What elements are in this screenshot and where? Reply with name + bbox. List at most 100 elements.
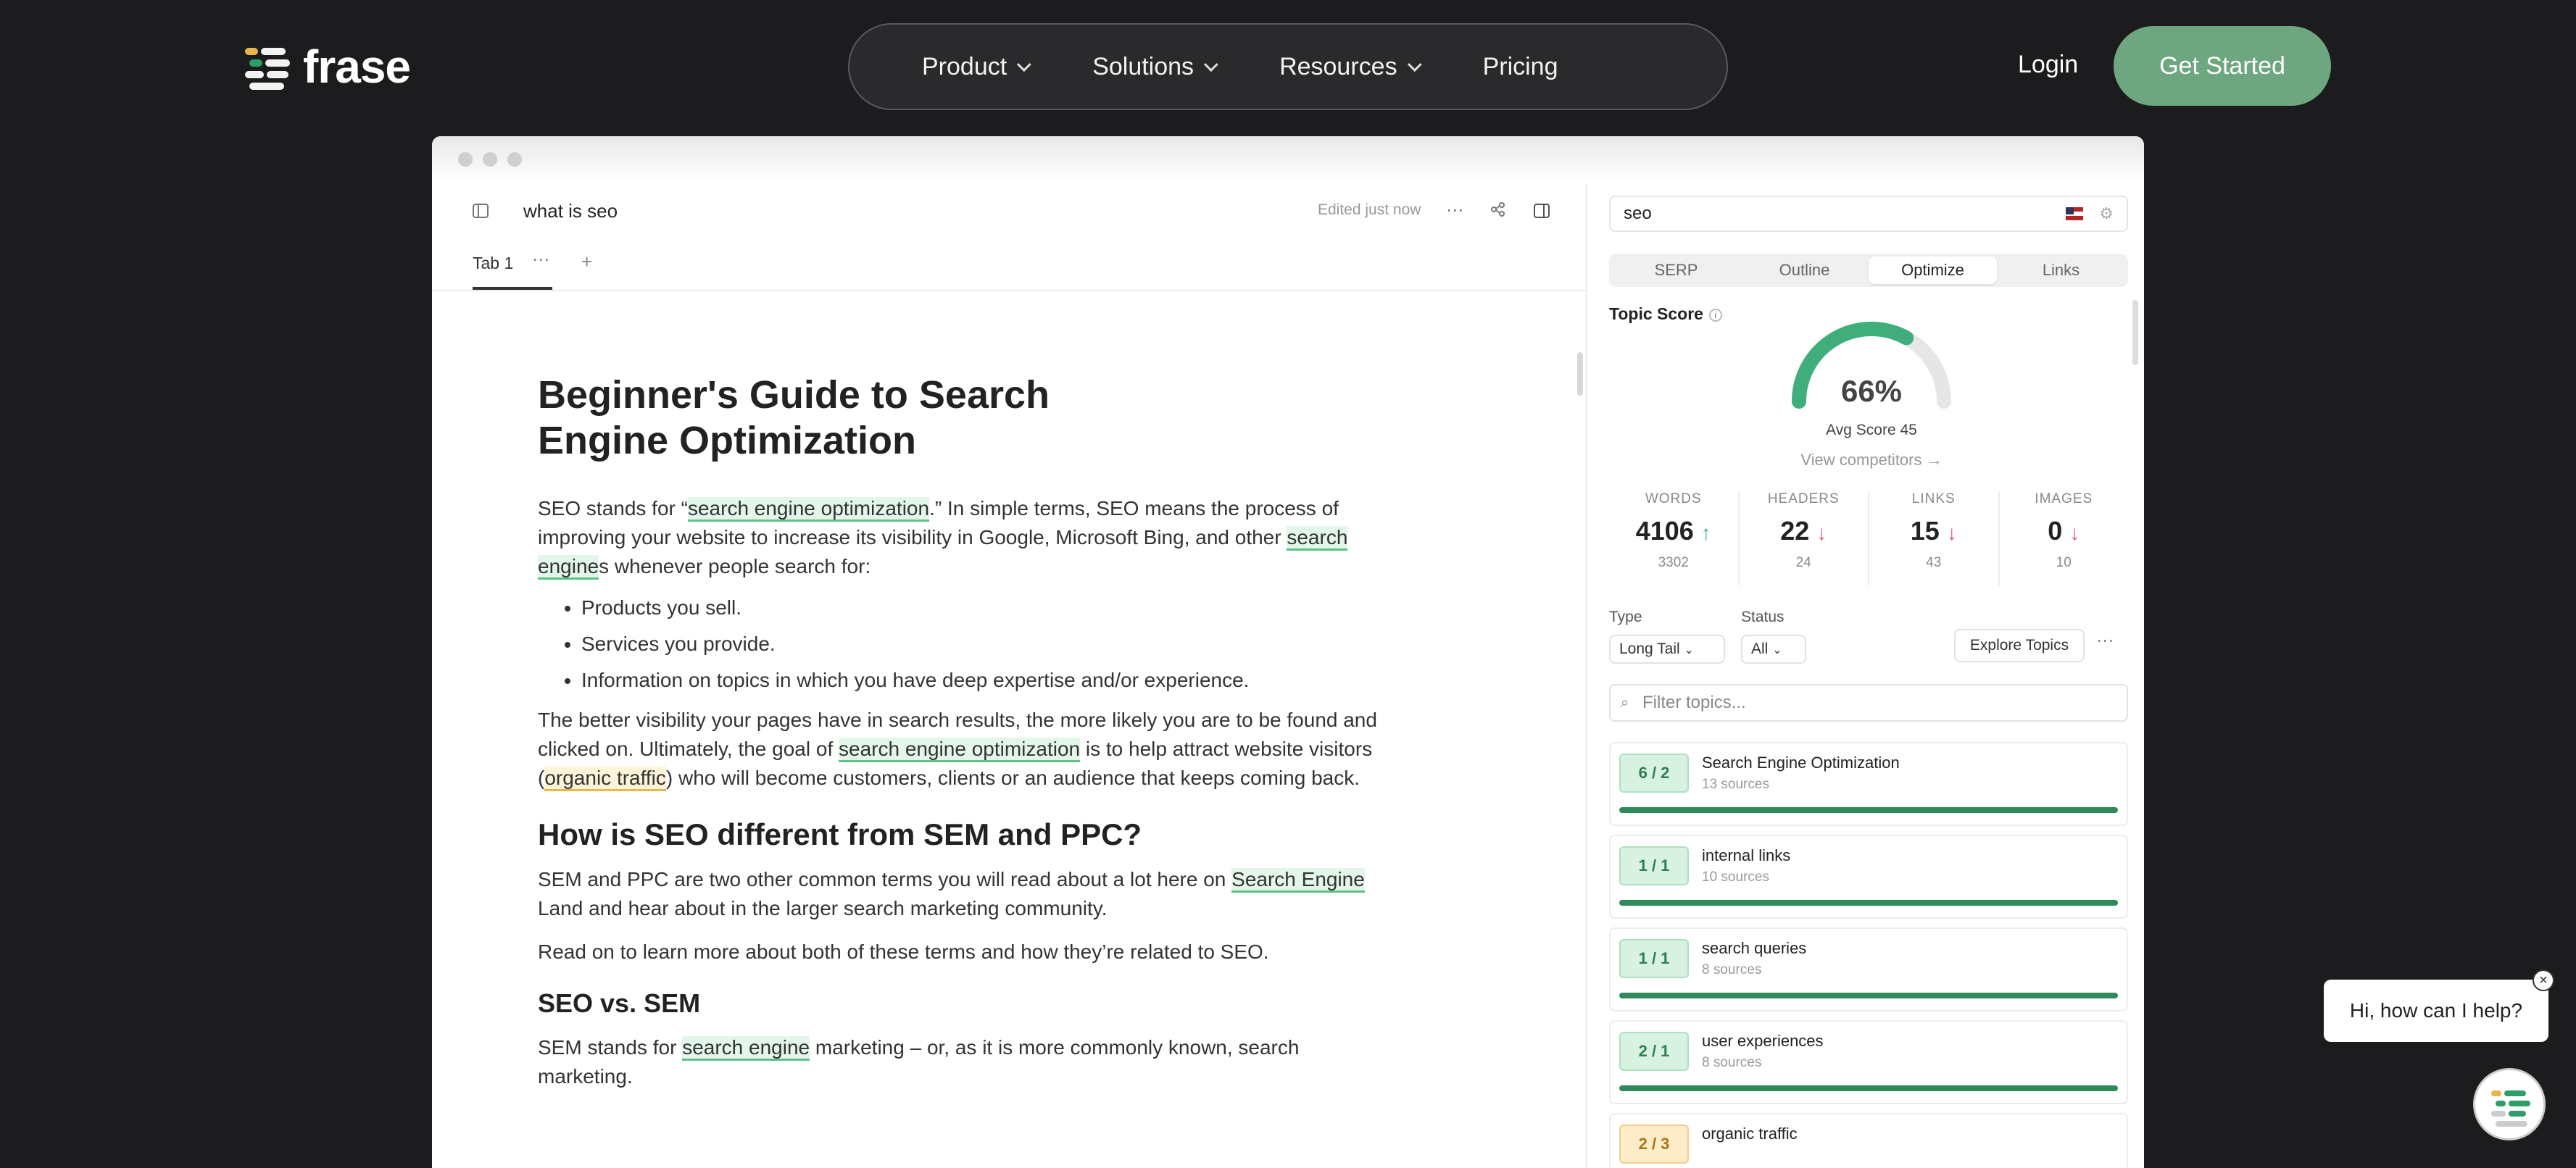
- window-titlebar: [432, 136, 2144, 184]
- filter-topics-input[interactable]: ⌕ Filter topics...: [1609, 684, 2128, 722]
- highlighted-topic[interactable]: search engine: [682, 1036, 810, 1061]
- doc-tabs: Tab 1 ⋯ +: [432, 238, 1586, 291]
- topic-count-badge: 6 / 2: [1619, 754, 1689, 793]
- more-icon[interactable]: ⋯: [2096, 630, 2114, 651]
- search-icon: ⌕: [1621, 695, 1629, 711]
- frase-logo[interactable]: frase: [244, 41, 411, 93]
- stat-value: 4106 ↑: [1635, 516, 1711, 546]
- active-tab-indicator: [473, 287, 552, 290]
- topic-count-badge: 2 / 1: [1619, 1032, 1689, 1071]
- topic-sources: 10 sources: [1702, 869, 1769, 885]
- topic-name: Search Engine Optimization: [1702, 754, 1900, 772]
- document-content[interactable]: Beginner's Guide to Search Engine Optimi…: [538, 372, 1379, 1091]
- status-value: All: [1751, 641, 1769, 657]
- view-competitors-link[interactable]: View competitors →: [1763, 451, 1980, 470]
- window-dot-icon: [507, 152, 522, 167]
- frase-logo-icon: [244, 41, 296, 93]
- nav-resources[interactable]: Resources: [1279, 53, 1422, 81]
- topic-item[interactable]: 1 / 1 internal links 10 sources: [1609, 835, 2128, 919]
- editor-scrollbar[interactable]: [1577, 352, 1583, 396]
- window-dot-icon: [483, 152, 497, 167]
- get-started-button[interactable]: Get Started: [2114, 26, 2331, 106]
- paragraph: SEO stands for “search engine optimizati…: [538, 494, 1379, 581]
- nav-solutions-label: Solutions: [1092, 52, 1194, 80]
- arrow-down-icon: ↓: [2069, 522, 2080, 544]
- highlighted-topic-warning[interactable]: organic traffic: [544, 767, 666, 791]
- type-select[interactable]: Long Tail ⌄: [1609, 635, 1725, 664]
- nav-pricing[interactable]: Pricing: [1483, 53, 1558, 81]
- topic-item[interactable]: 2 / 1 user experiences 8 sources: [1609, 1020, 2128, 1104]
- topic-progress: [1619, 993, 2118, 998]
- panel-scrollbar[interactable]: [2132, 300, 2138, 365]
- document-title: Beginner's Guide to Search Engine Optimi…: [538, 373, 1050, 462]
- topic-item[interactable]: 2 / 3 organic traffic: [1609, 1113, 2128, 1168]
- close-icon[interactable]: ×: [2533, 969, 2554, 991]
- optimize-panel: seo ⚙ SERP Outline Optimize Links Topic …: [1589, 184, 2144, 1168]
- section-heading: How is SEO different from SEM and PPC?: [538, 817, 1142, 851]
- highlighted-topic[interactable]: Search Engine: [1231, 868, 1365, 893]
- login-link[interactable]: Login: [2018, 51, 2078, 79]
- panel-toggle-icon[interactable]: [1532, 201, 1551, 220]
- stat-target: 3302: [1658, 555, 1689, 570]
- topic-score-text: Topic Score: [1609, 304, 1703, 323]
- topic-item[interactable]: 6 / 2 Search Engine Optimization 13 sour…: [1609, 742, 2128, 826]
- stat-value: 0 ↓: [2048, 516, 2080, 546]
- status-label: Status: [1741, 609, 1784, 625]
- tab-more-icon[interactable]: ⋯: [532, 249, 549, 270]
- stat-links: LINKS 15 ↓ 43: [1869, 491, 2000, 585]
- info-icon[interactable]: i: [1708, 308, 1722, 322]
- highlighted-topic[interactable]: search engine optimization: [839, 738, 1081, 762]
- topic-score-label: Topic Score i: [1609, 304, 1722, 324]
- stat-target: 43: [1926, 555, 1942, 570]
- tab-outline[interactable]: Outline: [1740, 256, 1869, 284]
- bullet-list: Products you sell. Services you provide.…: [581, 590, 1379, 698]
- nav-pricing-label: Pricing: [1482, 52, 1558, 80]
- arrow-down-icon: ↓: [1816, 522, 1827, 544]
- topic-name: search queries: [1702, 939, 1807, 957]
- more-icon[interactable]: ⋯: [1445, 201, 1464, 220]
- nav-product[interactable]: Product: [922, 53, 1031, 81]
- paragraph: SEM and PPC are two other common terms y…: [538, 868, 1365, 919]
- content-stats: WORDS 4106 ↑ 3302 HEADERS 22 ↓ 24 LINKS …: [1609, 491, 2128, 585]
- explore-topics-button[interactable]: Explore Topics: [1954, 629, 2085, 662]
- status-select[interactable]: All ⌄: [1741, 635, 1806, 664]
- tab-optimize[interactable]: Optimize: [1869, 256, 1997, 284]
- chevron-down-icon: ⌄: [1772, 644, 1782, 656]
- document-name[interactable]: what is seo: [523, 200, 618, 222]
- sidebar-toggle-icon[interactable]: [471, 201, 490, 220]
- stat-images: IMAGES 0 ↓ 10: [2000, 491, 2129, 585]
- topic-item[interactable]: 1 / 1 search queries 8 sources: [1609, 927, 2128, 1011]
- topic-count-badge: 1 / 1: [1619, 939, 1689, 978]
- stat-label: LINKS: [1911, 491, 1956, 506]
- add-tab-icon[interactable]: +: [581, 251, 592, 273]
- stat-target: 10: [2056, 555, 2072, 570]
- topic-count-badge: 2 / 3: [1619, 1125, 1689, 1164]
- editor-toolbar: what is seo Edited just now ⋯: [432, 184, 1586, 238]
- chat-bubble[interactable]: Hi, how can I help?: [2324, 980, 2548, 1042]
- chat-launcher-icon[interactable]: [2473, 1068, 2546, 1140]
- stat-headers: HEADERS 22 ↓ 24: [1740, 491, 1869, 585]
- gear-icon[interactable]: ⚙: [2099, 204, 2114, 223]
- query-input[interactable]: seo ⚙: [1609, 196, 2128, 232]
- stat-label: WORDS: [1645, 491, 1702, 506]
- share-icon[interactable]: [1489, 201, 1508, 220]
- tab-links[interactable]: Links: [1997, 256, 2125, 284]
- highlighted-topic[interactable]: search engine optimization: [687, 497, 930, 522]
- nav-solutions[interactable]: Solutions: [1092, 52, 1218, 81]
- window-dot-icon: [458, 152, 473, 167]
- topic-name: organic traffic: [1702, 1125, 1798, 1143]
- us-flag-icon[interactable]: [2066, 207, 2083, 220]
- topic-progress: [1619, 900, 2118, 906]
- tab-serp[interactable]: SERP: [1612, 256, 1740, 284]
- arrow-down-icon: ↓: [1946, 522, 1957, 544]
- arrow-up-icon: ↑: [1700, 522, 1711, 544]
- stat-words: WORDS 4106 ↑ 3302: [1609, 491, 1740, 585]
- topic-progress: [1619, 1085, 2118, 1091]
- topic-name: internal links: [1702, 846, 1791, 864]
- tab-1[interactable]: Tab 1: [473, 254, 513, 273]
- paragraph: The better visibility your pages have in…: [538, 706, 1379, 793]
- edited-status: Edited just now: [1318, 201, 1421, 218]
- avg-score: Avg Score 45: [1826, 422, 1917, 438]
- query-value: seo: [1624, 204, 1652, 223]
- type-label: Type: [1609, 609, 1642, 625]
